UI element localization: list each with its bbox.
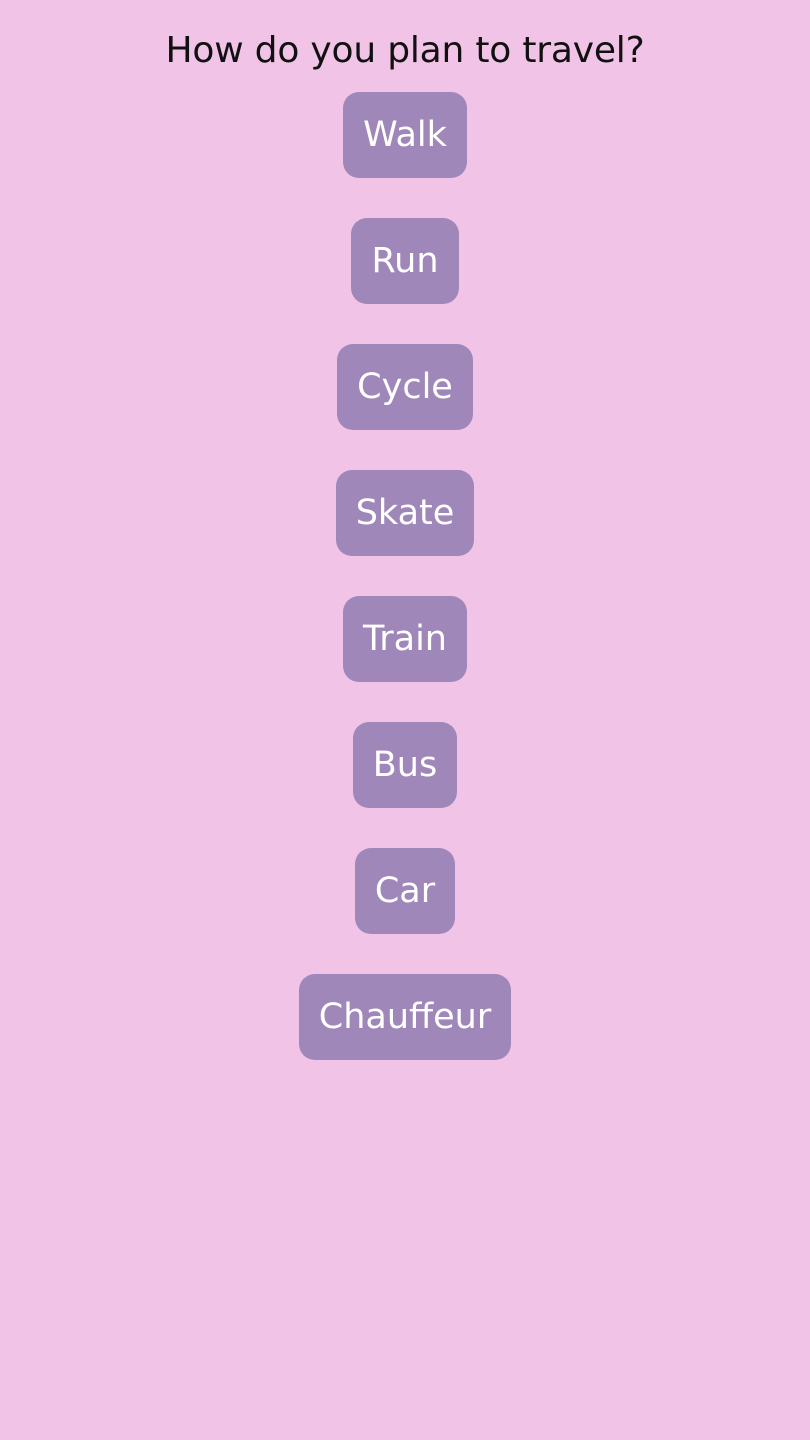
- bus-button[interactable]: Bus: [352, 722, 458, 808]
- travel-options-list: Walk Run Cycle Skate Train Bus Car Chauf…: [0, 92, 810, 1060]
- car-button[interactable]: Car: [354, 848, 456, 934]
- train-button[interactable]: Train: [343, 596, 467, 682]
- skate-button[interactable]: Skate: [335, 470, 475, 556]
- run-button[interactable]: Run: [351, 218, 459, 304]
- cycle-button[interactable]: Cycle: [337, 344, 473, 430]
- travel-question-screen: How do you plan to travel? Walk Run Cycl…: [0, 0, 810, 1440]
- chauffeur-button[interactable]: Chauffeur: [298, 974, 512, 1060]
- walk-button[interactable]: Walk: [343, 92, 467, 178]
- question-title: How do you plan to travel?: [165, 30, 645, 71]
